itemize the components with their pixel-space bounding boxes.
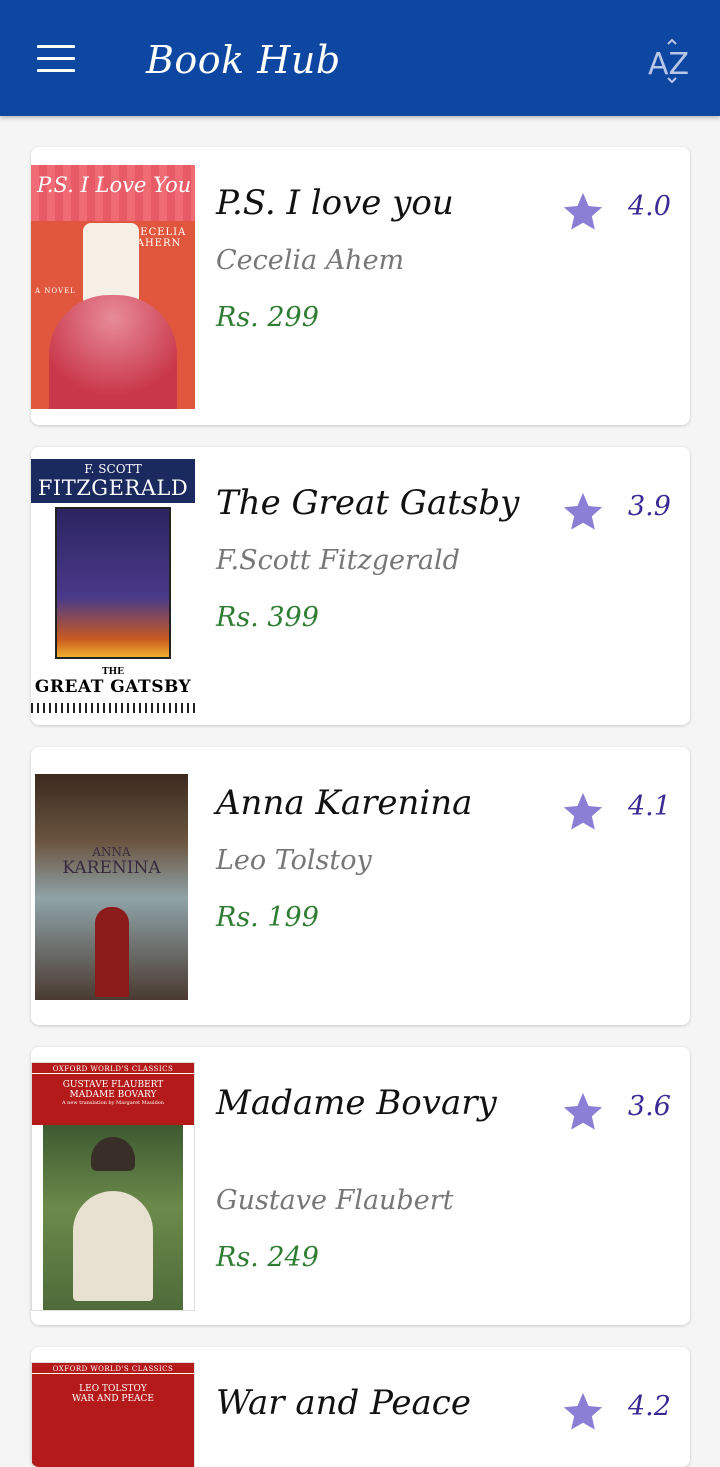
book-rating: 4.1 <box>628 791 671 822</box>
star-icon <box>563 492 603 530</box>
book-author: Cecelia Ahem <box>216 245 405 276</box>
book-card[interactable]: F. SCOTT FITZGERALD THE GREAT GATSBY The… <box>31 447 690 725</box>
book-author: Leo Tolstoy <box>216 845 372 876</box>
book-title: Madame Bovary <box>216 1083 497 1123</box>
cover-title: GREAT GATSBY <box>34 677 192 698</box>
cover-series: OXFORD WORLD'S CLASSICS <box>32 1063 194 1074</box>
star-icon <box>563 1092 603 1130</box>
book-author: F.Scott Fitzgerald <box>216 545 460 576</box>
cover-title: P.S. I Love You <box>37 173 192 197</box>
cover-translation: A new translation by Margaret Mauldon <box>61 1100 164 1106</box>
cover-title-the: THE <box>101 667 125 678</box>
cover-title: WAR AND PEACE <box>72 1394 154 1404</box>
sort-label: AZ <box>648 47 689 82</box>
book-cover-image: ANNA KARENINA <box>35 774 188 1000</box>
cover-title-last: KARENINA <box>62 858 161 878</box>
book-title: P.S. I love you <box>216 183 454 223</box>
book-price: Rs. 249 <box>216 1242 319 1273</box>
sort-alpha-icon[interactable]: AZ <box>646 38 696 84</box>
cover-author-last: FITZGERALD <box>37 476 189 500</box>
book-rating: 4.0 <box>628 191 671 222</box>
book-price: Rs. 199 <box>216 902 319 933</box>
book-rating: 4.2 <box>628 1391 671 1422</box>
book-card[interactable]: OXFORD WORLD'S CLASSICS GUSTAVE FLAUBERT… <box>31 1047 690 1325</box>
book-cover-image: P.S. I Love You CECELIA AHERN A NOVEL <box>31 165 195 409</box>
book-title: War and Peace <box>216 1383 471 1423</box>
app-bar: Book Hub AZ <box>0 0 720 116</box>
book-author: Gustave Flaubert <box>216 1185 454 1216</box>
cover-series: OXFORD WORLD'S CLASSICS <box>32 1363 194 1374</box>
book-cover-image: OXFORD WORLD'S CLASSICS LEO TOLSTOY WAR … <box>31 1362 195 1467</box>
cover-author-first: F. SCOTT <box>84 462 142 476</box>
app-title: Book Hub <box>146 38 341 82</box>
book-price: Rs. 299 <box>216 302 319 333</box>
book-price: Rs. 399 <box>216 602 319 633</box>
book-cover-image: F. SCOTT FITZGERALD THE GREAT GATSBY <box>31 459 195 713</box>
book-title: Anna Karenina <box>216 783 473 823</box>
cover-author: LEO TOLSTOY <box>79 1384 147 1394</box>
hamburger-icon[interactable] <box>37 45 75 73</box>
book-card[interactable]: OXFORD WORLD'S CLASSICS LEO TOLSTOY WAR … <box>31 1347 690 1467</box>
book-card[interactable]: P.S. I Love You CECELIA AHERN A NOVEL P.… <box>31 147 690 425</box>
book-cover-image: OXFORD WORLD'S CLASSICS GUSTAVE FLAUBERT… <box>31 1062 195 1311</box>
book-title: The Great Gatsby <box>216 483 520 523</box>
star-icon <box>563 792 603 830</box>
cover-author: GUSTAVE FLAUBERT <box>62 1080 164 1090</box>
book-rating: 3.6 <box>628 1091 671 1122</box>
star-icon <box>563 1392 603 1430</box>
book-card[interactable]: ANNA KARENINA Anna Karenina Leo Tolstoy … <box>31 747 690 1025</box>
cover-tag: A NOVEL <box>35 287 76 295</box>
book-rating: 3.9 <box>628 491 671 522</box>
cover-title: MADAME BOVARY <box>69 1090 157 1100</box>
star-icon <box>563 192 603 230</box>
